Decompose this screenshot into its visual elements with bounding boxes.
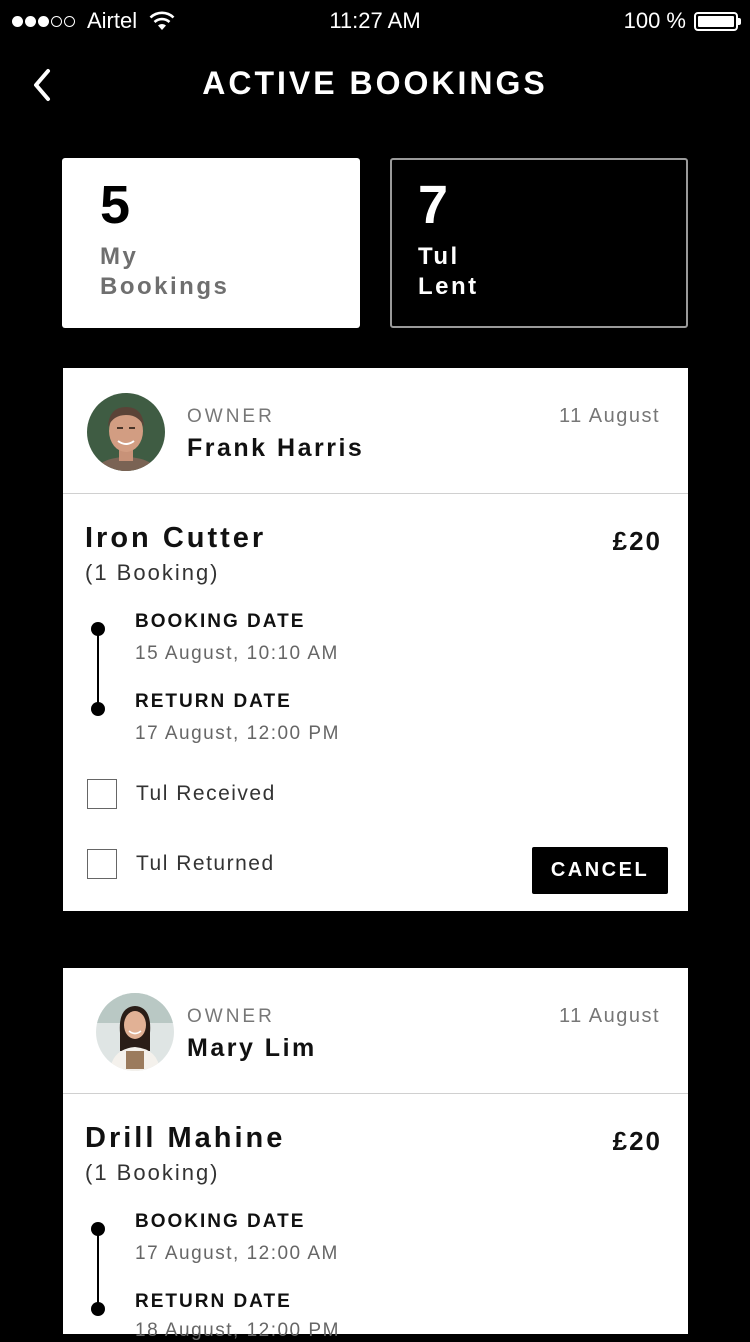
timeline-dot [91,1302,105,1316]
item-booking-count: (1 Booking) [85,1160,220,1185]
return-date-value: 18 August, 12:00 PM [135,1320,340,1341]
my-bookings-count: 5 [100,175,131,235]
card-header: OWNER Mary Lim 11 August [63,968,688,1094]
timeline-dot [91,1222,105,1236]
owner-name: Frank Harris [187,434,365,462]
timeline-dot [91,622,105,636]
card-header: OWNER Frank Harris 11 August [63,368,688,494]
item-name: Iron Cutter [85,522,267,554]
checkbox-box[interactable] [87,779,117,809]
booking-card: OWNER Mary Lim 11 August Drill Mahine (1… [63,968,688,1341]
booking-date-label: BOOKING DATE [135,1211,306,1232]
owner-photo [87,393,165,471]
checkbox-box[interactable] [87,849,117,879]
owner-photo [96,993,174,1071]
tul-lent-label: Tul Lent [418,243,479,300]
checkbox-label: Tul Returned [136,852,275,875]
battery-percent: 100 % [623,8,686,33]
date-timeline [91,1222,105,1316]
timeline-line [97,1229,99,1307]
my-bookings-tile[interactable]: 5 My Bookings [62,158,360,328]
avatar [96,993,174,1071]
battery-icon [694,11,741,31]
item-name: Drill Mahine [85,1122,286,1154]
return-date-label: RETURN DATE [135,1291,292,1312]
date-timeline [91,622,105,716]
nav-bar: ACTIVE BOOKINGS [0,55,750,115]
return-date-value: 17 August, 12:00 PM [135,723,340,744]
booking-created-date: 11 August [559,405,660,427]
timeline-dot [91,702,105,716]
owner-label: OWNER [187,406,275,427]
checkbox-label: Tul Received [136,782,276,805]
item-price: £20 [612,1126,662,1156]
my-bookings-label: My Bookings [100,243,230,300]
tul-lent-count: 7 [418,175,449,235]
booking-date-label: BOOKING DATE [135,611,306,632]
tul-received-checkbox[interactable]: Tul Received [87,779,276,809]
return-date-label: RETURN DATE [135,691,292,712]
avatar [87,393,165,471]
tul-lent-tile[interactable]: 7 Tul Lent [390,158,688,328]
status-bar: Airtel 11:27 AM 100 % [0,0,750,40]
owner-label: OWNER [187,1006,275,1027]
item-booking-count: (1 Booking) [85,560,220,585]
cancel-button[interactable]: CANCEL [532,847,668,894]
item-price: £20 [612,526,662,556]
tul-returned-checkbox[interactable]: Tul Returned [87,849,275,879]
card-body: Iron Cutter (1 Booking) £20 BOOKING DATE… [63,494,688,911]
card-body: Drill Mahine (1 Booking) £20 BOOKING DAT… [63,1094,688,1341]
status-right: 100 % [623,8,741,34]
booking-card: OWNER Frank Harris 11 August Iron Cutter… [63,368,688,911]
booking-created-date: 11 August [559,1005,660,1027]
owner-name: Mary Lim [187,1034,317,1062]
page-title: ACTIVE BOOKINGS [202,65,548,101]
booking-date-value: 17 August, 12:00 AM [135,1243,339,1264]
booking-date-value: 15 August, 10:10 AM [135,643,339,664]
timeline-line [97,629,99,707]
